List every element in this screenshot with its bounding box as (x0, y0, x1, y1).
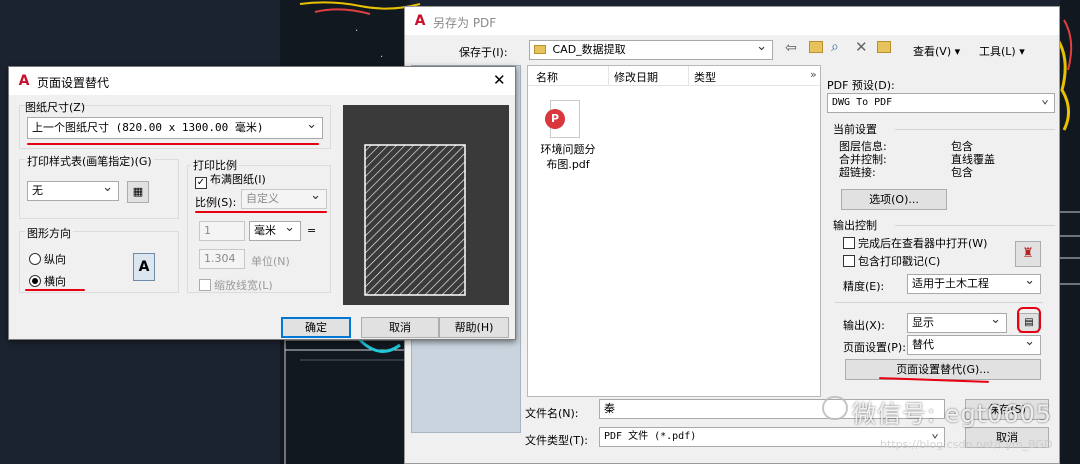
list-item[interactable]: P 环境问题分 布图.pdf (536, 96, 600, 180)
filetype-label: 文件类型(T): (525, 434, 589, 447)
save-dialog-title: 另存为 PDF (433, 16, 497, 30)
save-in-value: CAD_数据提取 (552, 43, 626, 56)
red-highlight-circle (1017, 307, 1041, 333)
save-in-label: 保存于(I): (459, 46, 508, 59)
file-list[interactable]: 名称 修改日期 类型 » P 环境问题分 布图.pdf (527, 65, 821, 397)
red-underline (195, 211, 327, 213)
wechat-icon (822, 396, 848, 420)
equals-sign: = (307, 224, 317, 237)
autocad-logo-icon: A (414, 13, 426, 29)
page-setup-override-button[interactable]: 页面设置替代(G)... (845, 359, 1041, 380)
page-setup-override-dialog: A 页面设置替代 ✕ 图纸尺寸(Z) 上一个图纸尺寸 (820.00 x 130… (8, 66, 516, 340)
current-settings-heading: 当前设置 (833, 123, 877, 136)
svg-text:·: · (380, 52, 383, 63)
open-in-viewer-checkbox[interactable]: 完成后在查看器中打开(W) (843, 235, 987, 251)
column-name[interactable]: 名称 (536, 69, 558, 85)
current-settings-keys: 图层信息: 合并控制: 超链接: (839, 140, 887, 179)
fit-to-paper-checkbox[interactable]: ✓ 布满图纸(I) (195, 171, 266, 189)
output-select[interactable]: 显示 (907, 313, 1007, 333)
orientation-label: 图形方向 (25, 225, 73, 241)
folder-icon (534, 45, 546, 54)
page-setup-label: 页面设置(P): (843, 341, 906, 354)
stamp-settings-icon[interactable]: ♜ (1015, 241, 1041, 267)
autocad-logo-icon: A (18, 73, 30, 89)
current-settings-values: 包含 直线覆盖 包含 (951, 140, 995, 179)
plot-preview (343, 105, 509, 305)
column-divider (608, 66, 609, 86)
edit-plot-style-icon[interactable]: ▦ (127, 181, 149, 203)
paper-size-select[interactable]: 上一个图纸尺寸 (820.00 x 1300.00 毫米) (27, 117, 323, 139)
pdf-preset-label: PDF 预设(D): (827, 79, 895, 92)
close-icon[interactable]: ✕ (493, 71, 506, 89)
file-name: 环境问题分 布图.pdf (540, 143, 596, 171)
plot-style-select[interactable]: 无 (27, 181, 119, 201)
precision-select[interactable]: 适用于土木工程 (907, 274, 1041, 294)
pdf-file-icon: P (545, 100, 580, 138)
portrait-radio[interactable]: 纵向 (29, 251, 66, 267)
scale-lineweights-checkbox[interactable]: 缩放线宽(L) (199, 277, 273, 293)
scale-label: 比例(S): (195, 196, 237, 209)
up-folder-icon[interactable] (809, 41, 823, 53)
unit-label: 单位(N) (251, 255, 290, 268)
wechat-watermark: 微信号: egt0605 (852, 400, 1053, 428)
paper-size-label: 图纸尺寸(Z) (25, 101, 86, 114)
pdf-preset-select[interactable]: DWG To PDF (827, 93, 1055, 113)
save-dialog-titlebar: A 另存为 PDF (405, 7, 1059, 35)
group-divider (895, 129, 1055, 130)
svg-text:·: · (355, 26, 358, 37)
delete-icon[interactable]: ✕ (855, 38, 868, 56)
preview-paper-icon (364, 144, 466, 296)
plot-style-label: 打印样式表(画笔指定)(G) (25, 153, 154, 169)
new-folder-icon[interactable] (877, 41, 891, 53)
group-divider (895, 225, 1055, 226)
tools-menu[interactable]: 工具(L) ▾ (979, 43, 1025, 59)
options-button[interactable]: 选项(O)... (841, 189, 947, 210)
scale-select[interactable]: 自定义 (241, 189, 327, 209)
red-underline (25, 289, 85, 291)
help-button[interactable]: 帮助(H) (439, 317, 509, 338)
column-type[interactable]: 类型 (694, 69, 716, 85)
red-underline (27, 143, 319, 145)
url-watermark: https://blog.csdn.net/Cym_BGD (880, 438, 1053, 451)
column-date[interactable]: 修改日期 (614, 69, 658, 85)
filename-label: 文件名(N): (525, 407, 579, 420)
group-divider (835, 302, 1043, 303)
include-plot-stamp-checkbox[interactable]: 包含打印戳记(C) (843, 253, 940, 269)
cancel-button[interactable]: 取消 (361, 317, 439, 338)
page-setup-titlebar: A 页面设置替代 ✕ (9, 67, 515, 95)
more-columns-icon[interactable]: » (810, 68, 817, 81)
save-in-select[interactable]: CAD_数据提取 (529, 40, 773, 60)
file-list-header (528, 66, 820, 86)
output-label: 输出(X): (843, 319, 885, 332)
precision-label: 精度(E): (843, 280, 885, 293)
scale-numerator-input[interactable]: 1 (199, 221, 245, 241)
page-setup-select[interactable]: 替代 (907, 335, 1041, 355)
ok-button[interactable]: 确定 (281, 317, 351, 338)
page-setup-title: 页面设置替代 (37, 76, 110, 90)
landscape-orientation-icon: A (133, 253, 155, 281)
scale-denominator-input[interactable]: 1.304 (199, 249, 245, 269)
back-icon[interactable]: ⇦ (785, 40, 797, 56)
column-divider (688, 66, 689, 86)
view-menu[interactable]: 查看(V) ▾ (913, 43, 960, 59)
unit-select[interactable]: 毫米 (249, 221, 301, 241)
search-web-icon[interactable]: ⌕ (831, 39, 839, 55)
landscape-radio[interactable]: 横向 (29, 273, 66, 289)
output-control-heading: 输出控制 (833, 219, 877, 232)
